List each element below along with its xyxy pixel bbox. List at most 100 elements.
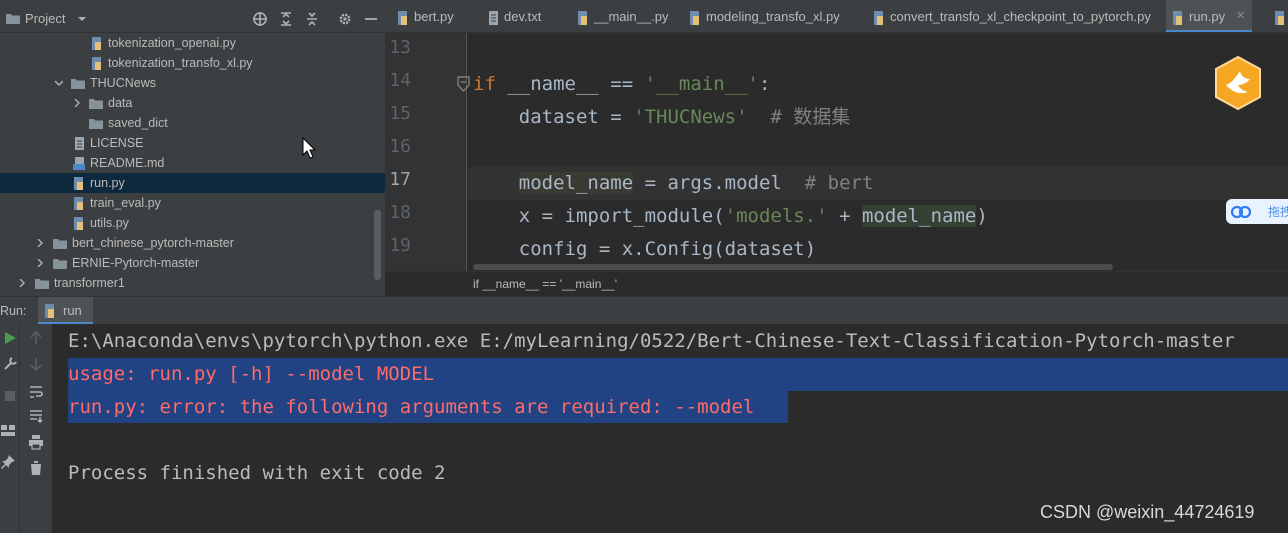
code-area[interactable]: if __name__ == '__main__': dataset = 'TH… bbox=[473, 33, 1288, 271]
plugin-logo-icon[interactable] bbox=[1212, 55, 1264, 111]
tab-main-py[interactable]: __main__.py bbox=[571, 0, 671, 32]
folder-icon bbox=[71, 79, 85, 89]
tree-item[interactable]: saved_dict bbox=[0, 113, 385, 133]
highlighted-identifier: model_name bbox=[518, 172, 634, 194]
tree-item[interactable]: tokenization_transfo_xl.py bbox=[0, 53, 385, 73]
tree-scrollbar[interactable] bbox=[374, 210, 381, 280]
markdown-file-icon bbox=[73, 157, 85, 170]
print-icon[interactable] bbox=[28, 434, 44, 450]
pin-icon[interactable] bbox=[0, 454, 16, 470]
side-widget-label: 拖拽 bbox=[1268, 205, 1288, 219]
chevron-right-icon[interactable] bbox=[36, 239, 44, 247]
tree-item-label: ERNIE-Pytorch-master bbox=[72, 256, 200, 270]
tab-bert-py[interactable]: bert.py bbox=[391, 0, 473, 32]
chevron-right-icon[interactable] bbox=[18, 279, 26, 287]
tree-item[interactable]: train_eval.py bbox=[0, 193, 385, 213]
folder-icon bbox=[89, 99, 103, 109]
close-icon[interactable]: ✕ bbox=[1236, 0, 1245, 32]
chevron-right-icon[interactable] bbox=[73, 99, 81, 107]
folder-icon bbox=[53, 239, 67, 249]
keyword: if bbox=[473, 73, 496, 95]
tab-modeling-transfo-xl-py[interactable]: modeling_transfo_xl.py bbox=[683, 0, 858, 32]
console-error-message: run.py: error: the following arguments a… bbox=[68, 396, 755, 418]
python-file-icon[interactable] bbox=[1274, 11, 1288, 25]
run-tab-label: run bbox=[63, 303, 82, 318]
tree-item-label: data bbox=[108, 96, 133, 110]
tree-item-label: tokenization_transfo_xl.py bbox=[108, 56, 253, 70]
rerun-icon[interactable] bbox=[2, 330, 18, 346]
tree-item-selected[interactable]: run.py bbox=[0, 173, 385, 193]
arrow-up-icon[interactable] bbox=[28, 330, 44, 346]
layout-icon[interactable] bbox=[0, 422, 16, 438]
code-text: config = x.Config(dataset) bbox=[473, 238, 817, 260]
python-file-icon bbox=[45, 304, 54, 318]
editor-horizontal-scrollbar[interactable] bbox=[473, 264, 1113, 270]
tab-run[interactable]: run bbox=[38, 297, 93, 325]
tree-item-label: README.md bbox=[90, 156, 165, 170]
console-error-usage: usage: run.py [-h] --model MODEL bbox=[68, 363, 435, 385]
editor-gutter: 13 14 15 16 17 18 19 bbox=[385, 33, 467, 271]
python-file-icon bbox=[874, 11, 883, 25]
line-number: 14 bbox=[389, 70, 411, 91]
line-number: 18 bbox=[389, 202, 411, 223]
text-file-icon bbox=[489, 11, 498, 25]
collapse-all-icon[interactable] bbox=[304, 11, 320, 27]
fold-marker-icon[interactable] bbox=[457, 76, 470, 92]
tree-item[interactable]: tokenization_openai.py bbox=[0, 33, 385, 53]
editor-tabs: bert.py dev.txt __main__.py modeling_tra… bbox=[385, 0, 1288, 33]
python-file-icon bbox=[74, 197, 83, 210]
run-toolbar bbox=[0, 324, 20, 533]
breadcrumb-bar: if __name__ == '__main__' bbox=[385, 271, 1288, 296]
tree-item[interactable]: README.md bbox=[0, 153, 385, 173]
wrench-icon[interactable] bbox=[2, 356, 18, 372]
cloud-icon bbox=[1230, 205, 1252, 219]
tab-label: dev.txt bbox=[504, 9, 542, 24]
project-title[interactable]: Project bbox=[25, 11, 65, 26]
trash-icon[interactable] bbox=[28, 460, 44, 476]
tree-item[interactable]: LICENSE bbox=[0, 133, 385, 153]
chevron-down-icon[interactable] bbox=[55, 79, 63, 87]
stop-icon[interactable] bbox=[2, 388, 18, 404]
folder-icon bbox=[35, 279, 49, 289]
line-number: 16 bbox=[389, 136, 411, 157]
python-file-icon bbox=[92, 37, 101, 50]
chevron-right-icon[interactable] bbox=[36, 259, 44, 267]
code-text: dataset = bbox=[473, 106, 634, 128]
locate-target-icon[interactable] bbox=[252, 11, 268, 27]
tab-run-py[interactable]: run.py ✕ bbox=[1166, 0, 1252, 32]
gear-icon[interactable] bbox=[337, 11, 353, 27]
arrow-down-icon[interactable] bbox=[28, 356, 44, 372]
project-folder-icon bbox=[6, 14, 20, 24]
python-file-icon bbox=[74, 217, 83, 230]
tab-label: run.py bbox=[1189, 9, 1226, 24]
python-file-icon bbox=[690, 11, 699, 25]
tree-item-label: transformer1 bbox=[54, 276, 125, 290]
minimize-icon[interactable] bbox=[363, 11, 379, 27]
tab-convert-transfo-xl-py[interactable]: convert_transfo_xl_checkpoint_to_pytorch… bbox=[867, 0, 1163, 32]
code-text: ) bbox=[976, 205, 988, 227]
side-widget[interactable]: 拖拽 bbox=[1226, 199, 1288, 224]
run-label: Run: bbox=[0, 304, 27, 318]
code-text: __name__ == bbox=[495, 73, 645, 95]
scroll-to-end-icon[interactable] bbox=[28, 408, 44, 424]
expand-all-icon[interactable] bbox=[278, 11, 294, 27]
string-literal: '__main__' bbox=[644, 73, 759, 95]
breadcrumb[interactable]: if __name__ == '__main__' bbox=[473, 277, 617, 291]
soft-wrap-icon[interactable] bbox=[28, 384, 44, 400]
project-tool-window: Project tokenization_openai.py tokenizat… bbox=[0, 0, 385, 296]
tab-label: bert.py bbox=[414, 9, 454, 24]
console-command-line: E:\Anaconda\envs\pytorch\python.exe E:/m… bbox=[68, 330, 1235, 352]
line-number: 13 bbox=[389, 37, 411, 58]
folder-icon bbox=[89, 119, 103, 129]
string-literal: 'models.' bbox=[724, 205, 828, 227]
tab-dev-txt[interactable]: dev.txt bbox=[481, 0, 563, 32]
chevron-down-icon[interactable] bbox=[77, 15, 87, 23]
tree-item[interactable]: THUCNews bbox=[0, 73, 385, 93]
tree-item[interactable]: data bbox=[0, 93, 385, 113]
tree-item[interactable]: bert_chinese_pytorch-master bbox=[0, 233, 385, 253]
tab-label: modeling_transfo_xl.py bbox=[706, 9, 840, 24]
tree-item[interactable]: utils.py bbox=[0, 213, 385, 233]
tree-item[interactable]: ERNIE-Pytorch-master bbox=[0, 253, 385, 273]
tree-item[interactable]: transformer1 bbox=[0, 273, 385, 293]
